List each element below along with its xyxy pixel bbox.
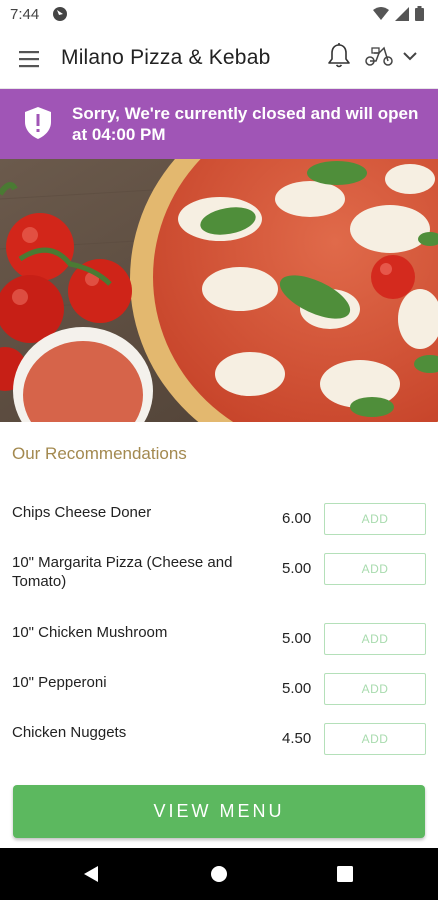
wifi-icon xyxy=(373,6,389,20)
shield-alert-icon xyxy=(25,107,51,139)
item-price: 5.00 xyxy=(282,630,312,647)
status-bar: 7:44 xyxy=(0,0,438,30)
status-time: 7:44 xyxy=(10,6,40,23)
item-name: 10" Margarita Pizza (Cheese and Tomato) xyxy=(12,554,233,590)
signal-icon xyxy=(395,6,409,21)
item-name: 10" Chicken Mushroom xyxy=(12,624,168,641)
add-button[interactable]: ADD xyxy=(324,673,426,705)
back-icon[interactable] xyxy=(82,865,100,883)
recommendations-title: Our Recommendations xyxy=(12,444,187,463)
system-nav-bar xyxy=(0,848,438,900)
hero-pizza-image xyxy=(0,159,438,422)
closed-banner: Sorry, We're currently closed and will o… xyxy=(0,89,438,159)
add-button[interactable]: ADD xyxy=(324,553,426,585)
add-button[interactable]: ADD xyxy=(324,723,426,755)
app-bar: Milano Pizza & Kebab xyxy=(0,30,438,89)
recents-icon[interactable] xyxy=(336,865,354,883)
status-icons xyxy=(373,6,424,21)
item-name: Chicken Nuggets xyxy=(12,724,127,741)
view-menu-button[interactable]: VIEW MENU xyxy=(13,785,425,838)
item-price: 5.00 xyxy=(282,680,312,697)
bell-icon[interactable] xyxy=(327,42,351,70)
add-button[interactable]: ADD xyxy=(324,623,426,655)
item-name: Chips Cheese Doner xyxy=(12,504,152,521)
chevron-down-icon[interactable] xyxy=(402,50,418,62)
banner-message: Sorry, We're currently closed and will o… xyxy=(72,104,419,144)
add-button[interactable]: ADD xyxy=(324,503,426,535)
item-name: 10" Pepperoni xyxy=(12,674,107,691)
page-title: Milano Pizza & Kebab xyxy=(61,46,271,69)
home-icon[interactable] xyxy=(210,865,228,883)
app-notification-icon xyxy=(53,7,67,21)
battery-icon xyxy=(415,6,424,21)
item-price: 6.00 xyxy=(282,510,312,527)
hamburger-menu-icon[interactable] xyxy=(18,48,42,70)
item-price: 4.50 xyxy=(282,730,312,747)
item-price: 5.00 xyxy=(282,560,312,577)
scooter-delivery-icon[interactable] xyxy=(364,45,394,67)
